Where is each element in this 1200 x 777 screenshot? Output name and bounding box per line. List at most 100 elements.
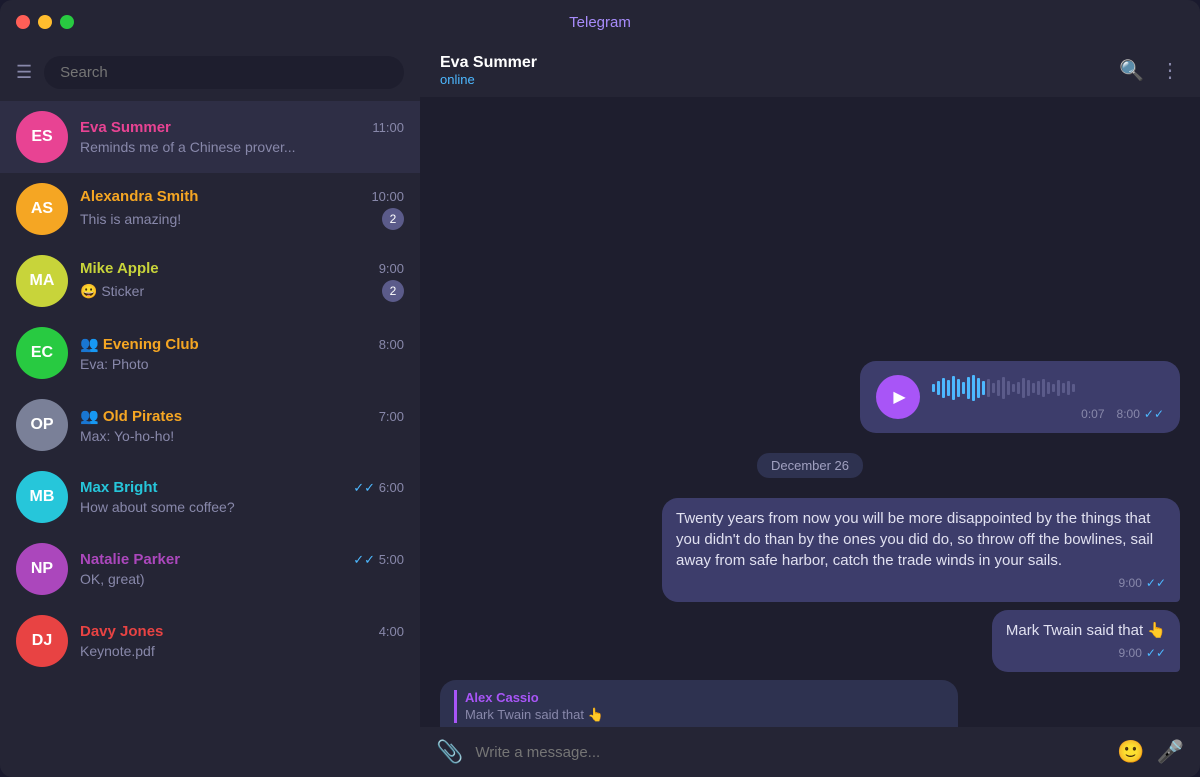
date-divider: December 26 — [440, 453, 1180, 478]
short-bubble: Mark Twain said that 👆 9:00 ✓✓ — [992, 610, 1180, 672]
chat-info-evening-club: 👥 Evening Club 8:00 Eva: Photo — [80, 335, 404, 372]
audio-bubble: 0:07 8:00 ✓✓ — [860, 361, 1180, 433]
chat-header-info: Eva Summer online — [440, 54, 537, 87]
chat-time: ✓✓ 6:00 — [353, 480, 404, 496]
quote-meta: 9:00 ✓✓ — [676, 575, 1166, 592]
chat-item-mike-apple[interactable]: MA Mike Apple 9:00 😀 Sticker 2 — [0, 245, 420, 317]
maximize-button[interactable] — [60, 15, 74, 29]
message-row-reply: Alex Cassio Mark Twain said that 👆 Remin… — [440, 680, 1180, 727]
message-row-image: Nearly missed this sunrise 7:00 — [440, 113, 1180, 353]
window-controls — [16, 15, 74, 29]
chat-preview: Reminds me of a Chinese prover... — [80, 139, 404, 155]
message-row-audio: 0:07 8:00 ✓✓ — [440, 361, 1180, 433]
unread-badge: 2 — [382, 280, 404, 302]
chat-item-davy-jones[interactable]: DJ Davy Jones 4:00 Keynote.pdf — [0, 605, 420, 677]
double-check-icon: ✓✓ — [1144, 407, 1164, 421]
short-meta: 9:00 ✓✓ — [1006, 645, 1166, 662]
sidebar-header: ☰ — [0, 44, 420, 101]
short-text: Mark Twain said that 👆 — [1006, 622, 1166, 639]
title-bar: Telegram — [0, 0, 1200, 44]
hamburger-icon[interactable]: ☰ — [16, 62, 32, 83]
chat-name: Max Bright — [80, 479, 158, 496]
chat-item-alexandra-smith[interactable]: AS Alexandra Smith 10:00 This is amazing… — [0, 173, 420, 245]
avatar-alexandra-smith: AS — [16, 183, 68, 235]
chat-name: Mike Apple — [80, 260, 159, 277]
main-layout: ☰ ES Eva Summer 11:00 Reminds me of a Ch… — [0, 44, 1200, 777]
chat-time: 8:00 — [379, 337, 404, 352]
chat-preview: OK, great) — [80, 571, 404, 587]
chat-header: Eva Summer online 🔍 ⋮ — [420, 44, 1200, 97]
attach-icon[interactable]: 📎 — [436, 739, 463, 765]
search-input[interactable] — [44, 56, 404, 89]
chat-area: Eva Summer online 🔍 ⋮ N — [420, 44, 1200, 777]
chat-time: 4:00 — [379, 624, 404, 639]
double-check-icon: ✓✓ — [1146, 575, 1166, 592]
audio-msg-meta: 8:00 ✓✓ — [1117, 407, 1164, 421]
input-area: 📎 🙂 🎤 — [420, 727, 1200, 777]
reply-ref-text: Mark Twain said that 👆 — [465, 707, 944, 723]
more-icon[interactable]: ⋮ — [1160, 58, 1180, 83]
avatar-evening-club: EC — [16, 327, 68, 379]
chat-preview: This is amazing! 2 — [80, 208, 404, 230]
play-button[interactable] — [876, 375, 920, 419]
audio-info: 0:07 — [932, 373, 1105, 421]
avatar-max-bright: MB — [16, 471, 68, 523]
chat-name: Natalie Parker — [80, 551, 180, 568]
chat-top: Eva Summer 11:00 — [80, 119, 404, 136]
chat-list: ES Eva Summer 11:00 Reminds me of a Chin… — [0, 101, 420, 777]
chat-preview: Max: Yo-ho-ho! — [80, 428, 404, 444]
chat-time: ✓✓ 5:00 — [353, 552, 404, 568]
chat-info-davy-jones: Davy Jones 4:00 Keynote.pdf — [80, 623, 404, 659]
double-check-icon: ✓✓ — [353, 552, 375, 567]
avatar-eva-summer: ES — [16, 111, 68, 163]
contact-name: Eva Summer — [440, 54, 537, 72]
chat-preview: Keynote.pdf — [80, 643, 404, 659]
app-title: Telegram — [569, 14, 631, 31]
chat-item-natalie-parker[interactable]: NP Natalie Parker ✓✓ 5:00 OK, great) — [0, 533, 420, 605]
chat-header-actions: 🔍 ⋮ — [1119, 58, 1180, 83]
chat-time: 7:00 — [379, 409, 404, 424]
minimize-button[interactable] — [38, 15, 52, 29]
chat-name: Alexandra Smith — [80, 188, 198, 205]
short-time: 9:00 — [1119, 645, 1142, 662]
reply-reference: Alex Cassio Mark Twain said that 👆 — [454, 690, 944, 723]
chat-item-evening-club[interactable]: EC 👥 Evening Club 8:00 Eva: Photo — [0, 317, 420, 389]
messages-container: Nearly missed this sunrise 7:00 — [420, 97, 1200, 727]
chat-preview: 😀 Sticker 2 — [80, 280, 404, 302]
chat-info-alexandra-smith: Alexandra Smith 10:00 This is amazing! 2 — [80, 188, 404, 230]
chat-item-eva-summer[interactable]: ES Eva Summer 11:00 Reminds me of a Chin… — [0, 101, 420, 173]
emoji-icon[interactable]: 🙂 — [1117, 739, 1144, 765]
message-input[interactable] — [475, 744, 1105, 761]
audio-time: 0:07 — [1081, 407, 1104, 421]
app-container: Telegram ☰ ES Eva Summer 11:00 — [0, 0, 1200, 777]
message-row-short: Mark Twain said that 👆 9:00 ✓✓ — [440, 610, 1180, 672]
quote-text: Twenty years from now you will be more d… — [676, 510, 1153, 569]
chat-name: 👥 Old Pirates — [80, 407, 182, 425]
chat-info-old-pirates: 👥 Old Pirates 7:00 Max: Yo-ho-ho! — [80, 407, 404, 444]
quote-bubble: Twenty years from now you will be more d… — [662, 498, 1180, 602]
double-check-icon: ✓✓ — [353, 480, 375, 495]
message-row-quote: Twenty years from now you will be more d… — [440, 498, 1180, 602]
chat-info-natalie-parker: Natalie Parker ✓✓ 5:00 OK, great) — [80, 551, 404, 587]
waveform — [932, 373, 1105, 403]
chat-name: 👥 Evening Club — [80, 335, 199, 353]
close-button[interactable] — [16, 15, 30, 29]
sidebar: ☰ ES Eva Summer 11:00 Reminds me of a Ch… — [0, 44, 420, 777]
reply-ref-author: Alex Cassio — [465, 690, 944, 705]
chat-info-mike-apple: Mike Apple 9:00 😀 Sticker 2 — [80, 260, 404, 302]
chat-item-max-bright[interactable]: MB Max Bright ✓✓ 6:00 How about some cof… — [0, 461, 420, 533]
chat-time: 9:00 — [379, 261, 404, 276]
chat-preview: Eva: Photo — [80, 356, 404, 372]
quote-time: 9:00 — [1119, 575, 1142, 592]
audio-msg-time: 8:00 — [1117, 407, 1140, 421]
mic-icon[interactable]: 🎤 — [1157, 739, 1184, 765]
search-icon[interactable]: 🔍 — [1119, 58, 1144, 83]
contact-status: online — [440, 72, 537, 87]
chat-item-old-pirates[interactable]: OP 👥 Old Pirates 7:00 Max: Yo-ho-ho! — [0, 389, 420, 461]
chat-preview: How about some coffee? — [80, 499, 404, 515]
chat-info-eva-summer: Eva Summer 11:00 Reminds me of a Chinese… — [80, 119, 404, 155]
chat-info-max-bright: Max Bright ✓✓ 6:00 How about some coffee… — [80, 479, 404, 515]
chat-name: Eva Summer — [80, 119, 171, 136]
unread-badge: 2 — [382, 208, 404, 230]
date-label: December 26 — [757, 453, 863, 478]
